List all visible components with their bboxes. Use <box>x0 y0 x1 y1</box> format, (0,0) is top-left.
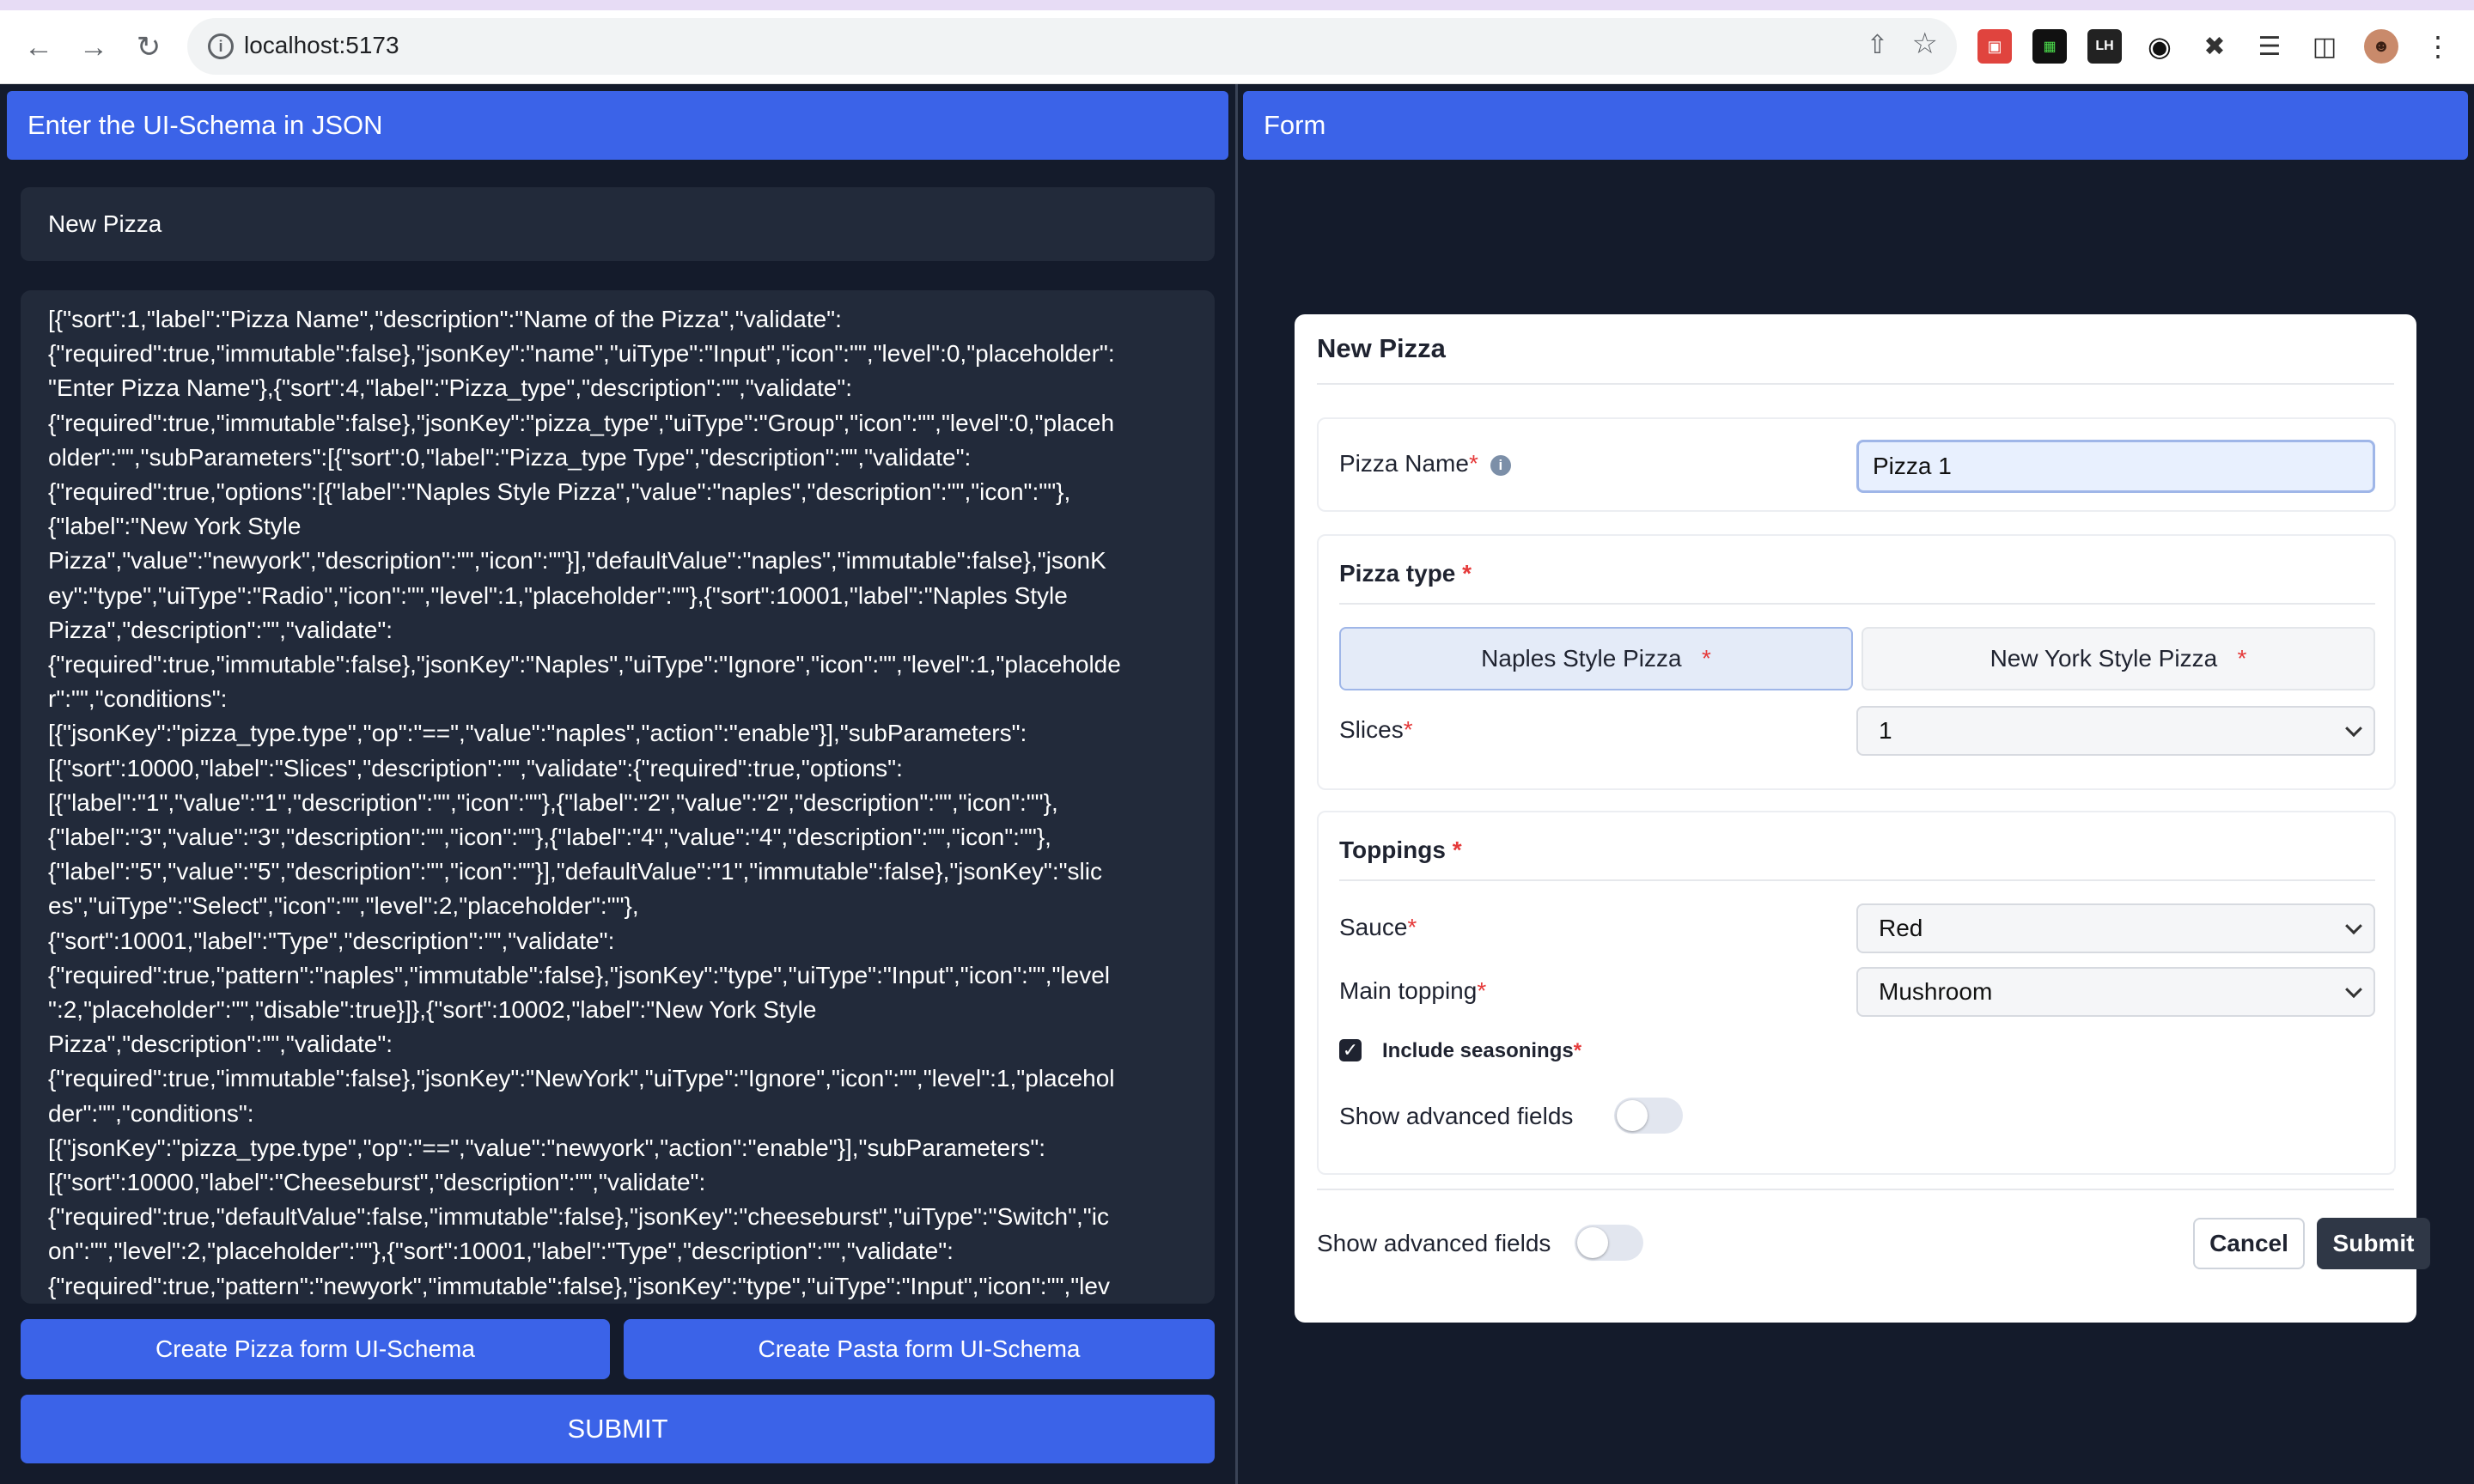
create-pizza-schema-button[interactable]: Create Pizza form UI-Schema <box>21 1319 610 1379</box>
submit-button[interactable]: Submit <box>2317 1218 2430 1269</box>
naples-style-option[interactable]: Naples Style Pizza * <box>1339 627 1853 690</box>
schema-editor-header: Enter the UI-Schema in JSON <box>7 91 1228 160</box>
media-control-icon[interactable]: ☰ <box>2252 29 2287 64</box>
pizza-type-title: Pizza type * <box>1339 560 1472 587</box>
chevron-down-icon <box>2345 720 2362 738</box>
pizza-name-label: Pizza Name* i <box>1339 450 1511 477</box>
extension-green-icon[interactable]: ▦ <box>2032 29 2067 64</box>
more-menu-icon[interactable]: ⋮ <box>2421 29 2455 64</box>
schema-json-textarea[interactable]: [{"sort":1,"label":"Pizza Name","descrip… <box>21 290 1215 1304</box>
browser-tab-strip <box>0 0 2474 10</box>
share-icon[interactable]: ⇧ <box>1867 30 1888 60</box>
pizza-type-section: Pizza type * Naples Style Pizza * New Yo… <box>1317 534 2396 790</box>
slices-label: Slices* <box>1339 716 1413 743</box>
toppings-title: Toppings * <box>1339 836 1462 863</box>
form-title: New Pizza <box>1317 333 1446 363</box>
chevron-down-icon <box>2345 981 2362 999</box>
pizza-type-divider <box>1339 603 2375 605</box>
toppings-divider <box>1339 879 2375 881</box>
profile-avatar[interactable]: ☻ <box>2364 29 2398 64</box>
forward-icon[interactable]: → <box>74 27 113 67</box>
form-preview-pane: Form New Pizza Pizza Name* i Pizza 1 Pizz… <box>1238 84 2474 1484</box>
submit-schema-button[interactable]: SUBMIT <box>21 1395 1215 1463</box>
include-seasonings-checkbox[interactable]: ✓ <box>1339 1039 1362 1061</box>
schema-name-input[interactable]: New Pizza <box>21 187 1215 261</box>
advanced-fields-outer-toggle[interactable] <box>1575 1225 1643 1261</box>
address-bar[interactable]: i localhost:5173 ⇧ ☆ <box>187 18 1957 75</box>
main-topping-select[interactable]: Mushroom <box>1856 967 2375 1017</box>
pizza-name-section: Pizza Name* i Pizza 1 <box>1317 417 2396 512</box>
cancel-button[interactable]: Cancel <box>2193 1218 2305 1269</box>
toppings-section: Toppings * Sauce* Red Main topping* Mush… <box>1317 811 2396 1175</box>
browser-toolbar: ← → ↻ i localhost:5173 ⇧ ☆ ▣ ▦ LH ◉ ✖ ☰ … <box>0 10 2474 84</box>
chevron-down-icon <box>2345 917 2362 935</box>
advanced-fields-inner-label: Show advanced fields <box>1339 1103 1574 1129</box>
schema-editor-pane: Enter the UI-Schema in JSON New Pizza [{… <box>0 84 1235 1484</box>
title-divider <box>1317 383 2394 385</box>
extension-lh-icon[interactable]: LH <box>2087 29 2122 64</box>
extensions-puzzle-icon[interactable]: ✖ <box>2197 29 2232 64</box>
extension-red-icon[interactable]: ▣ <box>1977 29 2012 64</box>
pizza-name-input[interactable]: Pizza 1 <box>1856 440 2375 493</box>
side-panel-icon[interactable]: ◫ <box>2307 29 2342 64</box>
form-card: New Pizza Pizza Name* i Pizza 1 Pizza typ… <box>1295 314 2430 1323</box>
sauce-label: Sauce* <box>1339 914 1417 940</box>
footer-divider <box>1317 1189 2394 1190</box>
site-info-icon[interactable]: i <box>208 33 234 59</box>
github-icon[interactable]: ◉ <box>2142 29 2177 64</box>
form-header: Form <box>1243 91 2468 160</box>
new-york-style-option[interactable]: New York Style Pizza * <box>1862 627 2375 690</box>
advanced-fields-outer-label: Show advanced fields <box>1317 1230 1551 1256</box>
back-icon[interactable]: ← <box>19 27 58 67</box>
create-pasta-schema-button[interactable]: Create Pasta form UI-Schema <box>624 1319 1215 1379</box>
slices-select[interactable]: 1 <box>1856 706 2375 756</box>
include-seasonings-label: Include seasonings* <box>1382 1039 1582 1062</box>
bookmark-star-icon[interactable]: ☆ <box>1912 27 1938 61</box>
info-icon[interactable]: i <box>1490 454 1511 476</box>
advanced-fields-inner-toggle[interactable] <box>1614 1098 1683 1134</box>
reload-icon[interactable]: ↻ <box>129 27 168 67</box>
sauce-select[interactable]: Red <box>1856 903 2375 953</box>
main-topping-label: Main topping* <box>1339 977 1487 1004</box>
url-text[interactable]: localhost:5173 <box>244 32 399 59</box>
